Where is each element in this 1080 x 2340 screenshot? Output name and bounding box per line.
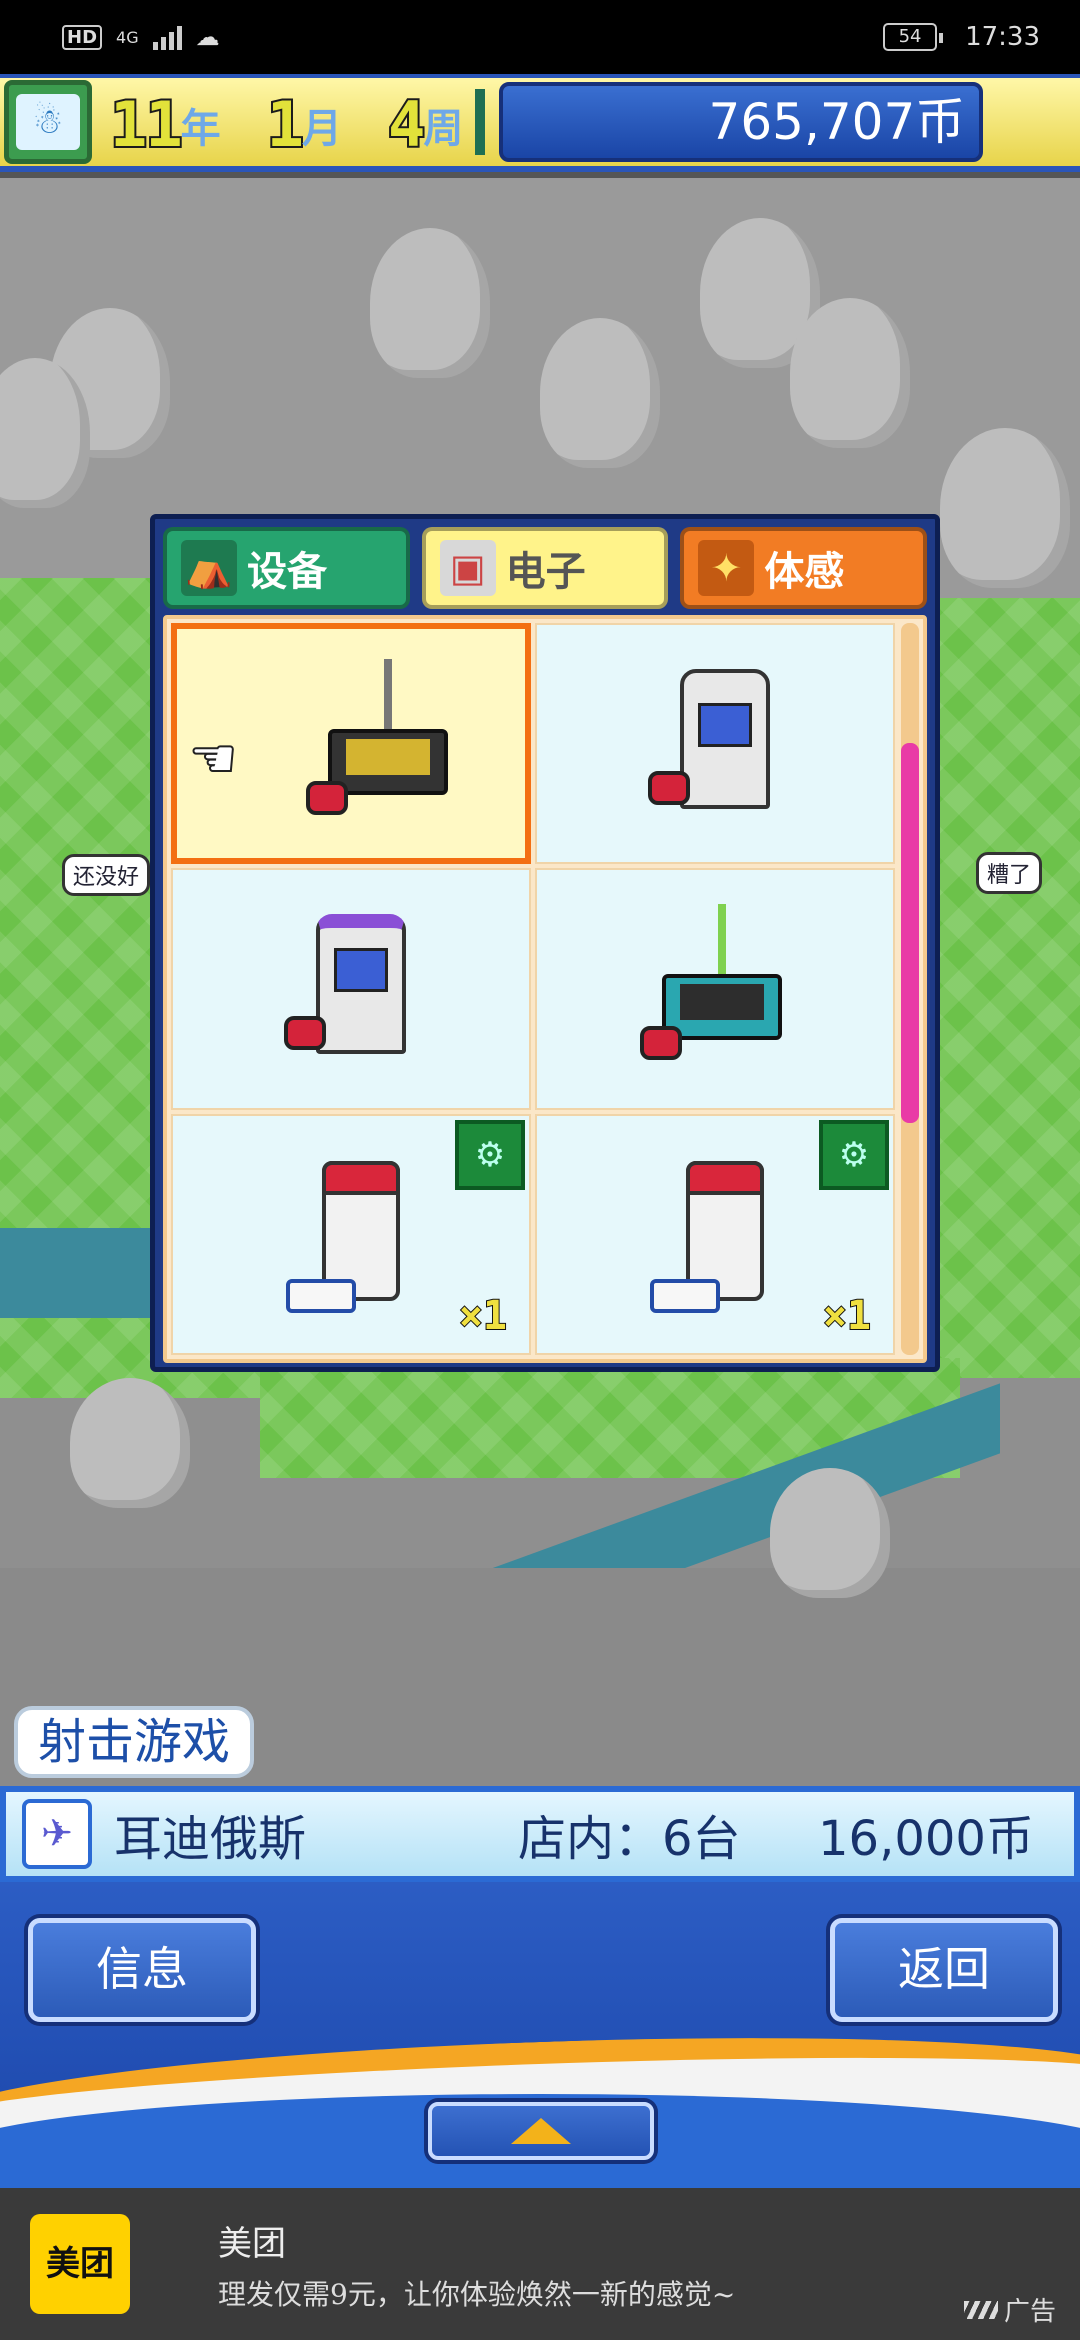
party-popper-icon: ✦ <box>698 540 755 596</box>
ad-logo[interactable]: 美团 <box>30 2214 130 2314</box>
tree <box>370 228 490 378</box>
item-cell-racing-cabinet[interactable]: ⚙ ×1 <box>171 1113 531 1355</box>
hud-divider <box>475 89 486 155</box>
item-cell-table-cabinet[interactable]: ☛ <box>171 623 531 865</box>
clock: 17:33 <box>965 22 1040 52</box>
customer-speech-right: 糟了 <box>976 852 1043 894</box>
week-unit: 周 <box>423 106 464 152</box>
wrench-icon: ⚙ <box>819 1119 889 1190</box>
expand-menu-button[interactable] <box>428 2102 654 2160</box>
item-price: 16,000币 <box>818 1811 1034 1867</box>
status-bar: HD 4G ☁ 54 17:33 <box>0 0 1080 74</box>
genre-label: 射击游戏 <box>14 1706 255 1778</box>
year-value: 11 <box>108 88 185 161</box>
table-cabinet-icon <box>306 658 456 829</box>
bench-icon: ⛺ <box>181 540 237 596</box>
item-quantity: ×1 <box>822 1292 872 1340</box>
spaceship-icon: ✈ <box>22 1799 92 1869</box>
tree <box>540 318 660 468</box>
tab-equipment-label: 设备 <box>247 549 327 595</box>
racing-cabinet-icon <box>276 1149 426 1319</box>
item-scrollbar[interactable] <box>901 623 919 1355</box>
signal-icon <box>152 24 182 50</box>
ad-banner[interactable]: 美团 美团 理发仅需9元，让你体验焕然一新的感觉~ 广告 <box>0 2188 1080 2340</box>
tree <box>70 1378 190 1508</box>
month-value: 1 <box>265 88 306 161</box>
item-panel: ⛺ 设备 ▣ 电子 ✦ 体感 ☛ ⚙ ×1 ⚙ ×1 <box>150 514 940 1372</box>
battery-icon: 54 <box>883 23 944 51</box>
top-hud: ☃ 11 年 1 月 4 周 765,707币 <box>0 74 1080 172</box>
year-unit: 年 <box>180 106 221 152</box>
season-icon[interactable]: ☃ <box>4 80 92 164</box>
ad-tag-label: 广告 <box>1003 2297 1056 2327</box>
tab-electronic-label: 电子 <box>505 549 586 595</box>
arrow-up-icon <box>511 2118 571 2144</box>
control-area: 信息 返回 <box>0 1882 1080 2188</box>
money-display: 765,707币 <box>499 82 984 162</box>
wechat-icon: ☁ <box>195 23 220 51</box>
tab-motion-label: 体感 <box>764 549 845 595</box>
item-info-bar: ✈ 耳迪俄斯 店内：6台 16,000币 <box>0 1786 1080 1882</box>
item-cell-upright-cabinet-a[interactable] <box>535 623 895 865</box>
ad-brand-icon <box>963 2300 998 2319</box>
hd-indicator: HD <box>62 24 103 50</box>
snowman-icon: ☃ <box>16 94 80 150</box>
upright-cabinet-icon <box>276 904 426 1074</box>
tree <box>770 1468 890 1598</box>
ad-text: 美团 理发仅需9元，让你体验焕然一新的感觉~ <box>218 2216 735 2313</box>
month-unit: 月 <box>301 106 342 152</box>
wrench-icon: ⚙ <box>455 1119 525 1190</box>
game-date: 11 年 1 月 4 周 <box>108 87 475 161</box>
item-cell-cocktail-cabinet[interactable] <box>535 868 895 1110</box>
category-tabs: ⛺ 设备 ▣ 电子 ✦ 体感 <box>163 527 928 609</box>
tab-motion[interactable]: ✦ 体感 <box>680 527 928 609</box>
back-button[interactable]: 返回 <box>830 1918 1058 2022</box>
item-grid-container: ☛ ⚙ ×1 ⚙ ×1 <box>163 615 927 1363</box>
ad-tag: 广告 <box>963 2291 1056 2328</box>
ad-description: 理发仅需9元，让你体验焕然一新的感觉~ <box>218 2277 736 2311</box>
ad-title: 美团 <box>218 2223 286 2264</box>
racing-cabinet-icon <box>640 1149 790 1319</box>
info-button[interactable]: 信息 <box>28 1918 256 2022</box>
pointing-hand-icon: ☛ <box>188 726 238 791</box>
status-right: 54 17:33 <box>883 22 1040 52</box>
status-left: HD 4G ☁ <box>62 23 220 51</box>
tree <box>940 428 1070 588</box>
item-name: 耳迪俄斯 <box>114 1811 307 1867</box>
scroll-thumb[interactable] <box>901 743 919 1123</box>
customer-speech-left: 还没好 <box>62 854 151 896</box>
item-count: 店内：6台 <box>518 1811 741 1867</box>
computer-icon: ▣ <box>439 540 496 596</box>
tree <box>790 298 910 448</box>
item-quantity: ×1 <box>458 1292 508 1340</box>
item-grid: ☛ ⚙ ×1 ⚙ ×1 <box>171 623 895 1355</box>
tab-electronic[interactable]: ▣ 电子 <box>421 527 669 609</box>
item-cell-racing-cabinet[interactable]: ⚙ ×1 <box>535 1113 895 1355</box>
tab-equipment[interactable]: ⛺ 设备 <box>163 527 410 609</box>
item-cell-upright-cabinet-b[interactable] <box>171 868 531 1110</box>
week-value: 4 <box>386 88 427 161</box>
upright-cabinet-icon <box>640 659 790 829</box>
cocktail-cabinet-icon <box>640 903 790 1074</box>
network-type: 4G <box>116 27 139 47</box>
